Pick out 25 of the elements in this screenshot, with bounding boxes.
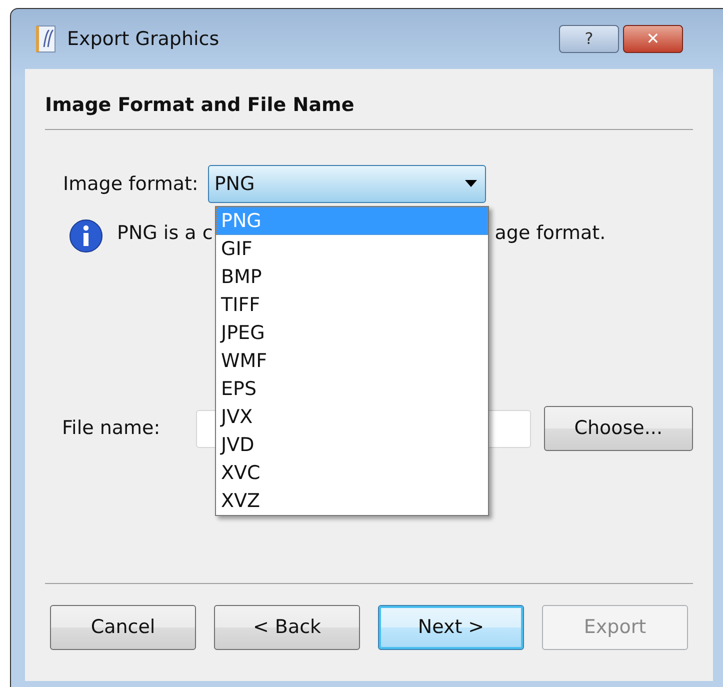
format-option[interactable]: JVD bbox=[216, 431, 488, 459]
dialog-button[interactable]: Next > bbox=[378, 605, 524, 650]
format-dropdown[interactable]: PNG bbox=[208, 165, 486, 203]
dialog-button[interactable]: Cancel bbox=[50, 605, 196, 650]
format-option[interactable]: JPEG bbox=[216, 319, 488, 347]
format-option[interactable]: XVC bbox=[216, 459, 488, 487]
info-text: PNG is a c bbox=[117, 221, 213, 246]
format-label: Image format: bbox=[63, 172, 198, 197]
format-option[interactable]: EPS bbox=[216, 375, 488, 403]
info-icon bbox=[69, 219, 103, 253]
page-heading: Image Format and File Name bbox=[45, 93, 356, 118]
choose-button[interactable]: Choose... bbox=[544, 406, 693, 451]
app-logo-icon bbox=[35, 25, 57, 53]
window-title: Export Graphics bbox=[67, 26, 220, 52]
format-option[interactable]: WMF bbox=[216, 347, 488, 375]
caret-icon bbox=[465, 180, 478, 188]
info-text: age format. bbox=[494, 221, 606, 246]
format-option[interactable]: GIF bbox=[216, 235, 488, 263]
format-option[interactable]: TIFF bbox=[216, 291, 488, 319]
help-button[interactable]: ? bbox=[559, 25, 619, 53]
dialog-button[interactable]: < Back bbox=[214, 605, 360, 650]
format-option[interactable]: BMP bbox=[216, 263, 488, 291]
format-option[interactable]: XVZ bbox=[216, 487, 488, 515]
format-option[interactable]: JVX bbox=[216, 403, 488, 431]
file-name-label: File name: bbox=[62, 416, 162, 442]
